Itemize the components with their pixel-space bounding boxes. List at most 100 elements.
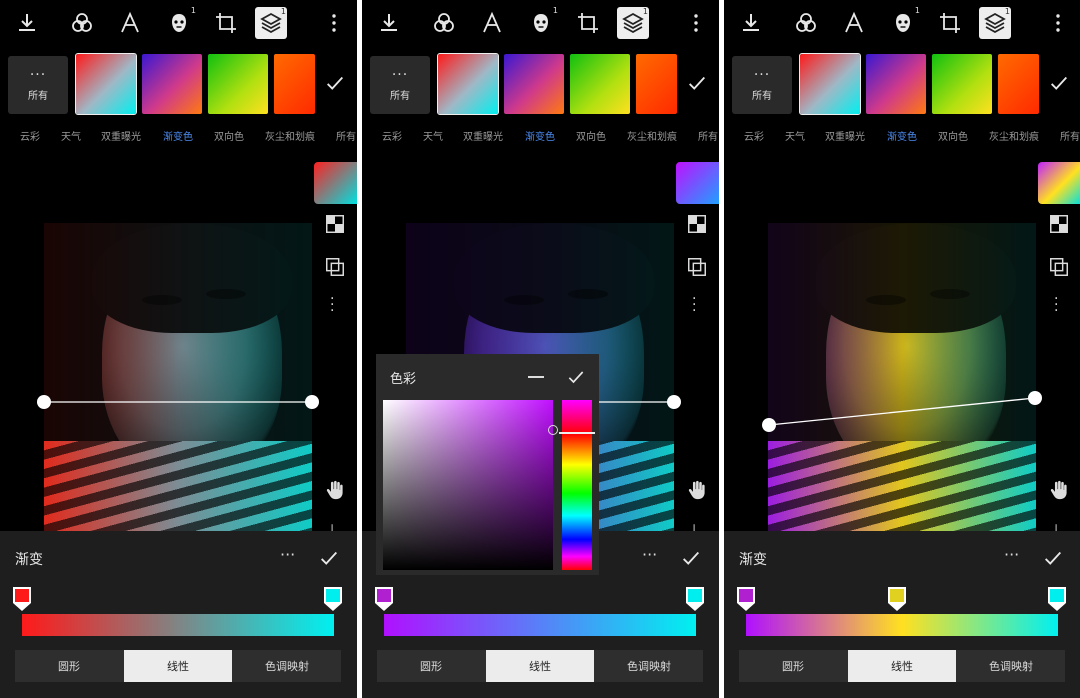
category-tab-7[interactable]: 所有 xyxy=(698,128,718,143)
category-tab-6[interactable]: 灰尘和划痕 xyxy=(989,128,1039,143)
crop-icon[interactable] xyxy=(574,9,602,37)
category-tab-3[interactable]: 双重曝光 xyxy=(463,128,503,143)
checker-transparency-icon[interactable] xyxy=(324,213,346,235)
text-icon[interactable] xyxy=(116,9,144,37)
color-stop-1[interactable] xyxy=(736,586,756,612)
more-options-icon[interactable]: · · · xyxy=(692,292,696,318)
mode-option-1[interactable]: 圆形 xyxy=(15,650,123,682)
checker-transparency-icon[interactable] xyxy=(686,213,708,235)
hand-pan-icon[interactable] xyxy=(1048,479,1070,501)
download-icon[interactable] xyxy=(13,9,41,37)
panel-more-icon[interactable]: ··· xyxy=(642,545,657,564)
hand-pan-icon[interactable] xyxy=(686,479,708,501)
panel-more-icon[interactable]: ··· xyxy=(280,545,295,564)
hue-slider-marker[interactable] xyxy=(559,432,595,434)
gradient-preset-4[interactable] xyxy=(636,54,677,114)
category-tab-1[interactable]: 云彩 xyxy=(382,128,402,143)
more-vertical-icon[interactable] xyxy=(682,9,710,37)
mode-option-2[interactable]: 线性 xyxy=(848,650,956,682)
category-tab-4[interactable]: 渐变色 xyxy=(525,128,555,143)
face-mask-icon[interactable]: 1 xyxy=(527,6,558,37)
panel-more-icon[interactable]: ··· xyxy=(1004,545,1019,564)
blend-layers-icon[interactable] xyxy=(686,256,708,278)
category-tab-2[interactable]: 天气 xyxy=(423,128,443,143)
gradient-preset-1[interactable] xyxy=(75,53,137,115)
gradient-preset-3[interactable] xyxy=(932,54,992,114)
color-circles-icon[interactable] xyxy=(792,9,820,37)
mode-option-1[interactable]: 圆形 xyxy=(377,650,485,682)
gradient-preset-3[interactable] xyxy=(570,54,630,114)
more-options-icon[interactable]: · · · xyxy=(330,292,334,318)
mode-option-2[interactable]: 线性 xyxy=(486,650,594,682)
color-stop-3[interactable] xyxy=(1047,586,1067,612)
category-tab-1[interactable]: 云彩 xyxy=(20,128,40,143)
mode-option-3[interactable]: 色调映射 xyxy=(595,650,703,682)
category-tab-5[interactable]: 双向色 xyxy=(938,128,968,143)
category-tab-6[interactable]: 灰尘和划痕 xyxy=(627,128,677,143)
panel-confirm-check-icon[interactable] xyxy=(318,547,340,569)
gradient-preset-1[interactable] xyxy=(799,53,861,115)
mode-option-3[interactable]: 色调映射 xyxy=(957,650,1065,682)
crop-icon[interactable] xyxy=(212,9,240,37)
panel-confirm-check-icon[interactable] xyxy=(1042,547,1064,569)
confirm-check-icon[interactable] xyxy=(686,72,708,94)
gradient-preset-4[interactable] xyxy=(998,54,1039,114)
color-circles-icon[interactable] xyxy=(68,9,96,37)
confirm-check-icon[interactable] xyxy=(324,72,346,94)
download-icon[interactable] xyxy=(737,9,765,37)
more-vertical-icon[interactable] xyxy=(1044,9,1072,37)
current-gradient-swatch[interactable] xyxy=(1038,162,1080,204)
more-options-icon[interactable]: · · · xyxy=(1054,292,1058,318)
category-tab-3[interactable]: 双重曝光 xyxy=(101,128,141,143)
layers-icon[interactable]: 1 xyxy=(617,7,649,39)
saturation-value-area[interactable] xyxy=(383,400,553,570)
category-tab-4[interactable]: 渐变色 xyxy=(887,128,917,143)
mode-option-2[interactable]: 线性 xyxy=(124,650,232,682)
category-tab-2[interactable]: 天气 xyxy=(785,128,805,143)
gradient-bar[interactable] xyxy=(384,614,696,636)
layers-icon[interactable]: 1 xyxy=(255,7,287,39)
all-presets-button[interactable]: ··· 所有 xyxy=(370,56,430,114)
category-tab-3[interactable]: 双重曝光 xyxy=(825,128,865,143)
all-presets-button[interactable]: ··· 所有 xyxy=(732,56,792,114)
color-stop-2[interactable] xyxy=(323,586,343,612)
gradient-preset-1[interactable] xyxy=(437,53,499,115)
color-stop-1[interactable] xyxy=(374,586,394,612)
current-gradient-swatch[interactable] xyxy=(676,162,719,204)
category-tab-2[interactable]: 天气 xyxy=(61,128,81,143)
category-tab-5[interactable]: 双向色 xyxy=(214,128,244,143)
category-tab-1[interactable]: 云彩 xyxy=(744,128,764,143)
color-stop-2[interactable] xyxy=(887,586,907,612)
category-tab-4[interactable]: 渐变色 xyxy=(163,128,193,143)
hand-pan-icon[interactable] xyxy=(324,479,346,501)
mode-option-1[interactable]: 圆形 xyxy=(739,650,847,682)
text-icon[interactable] xyxy=(840,9,868,37)
all-presets-button[interactable]: ··· 所有 xyxy=(8,56,68,114)
gradient-preset-2[interactable] xyxy=(504,54,564,114)
gradient-bar[interactable] xyxy=(746,614,1058,636)
minimize-icon[interactable] xyxy=(528,376,544,378)
face-mask-icon[interactable]: 1 xyxy=(165,6,196,37)
gradient-preset-2[interactable] xyxy=(866,54,926,114)
blend-layers-icon[interactable] xyxy=(324,256,346,278)
panel-confirm-check-icon[interactable] xyxy=(680,547,702,569)
layers-icon[interactable]: 1 xyxy=(979,7,1011,39)
gradient-preset-2[interactable] xyxy=(142,54,202,114)
gradient-bar[interactable] xyxy=(22,614,334,636)
text-icon[interactable] xyxy=(478,9,506,37)
face-mask-icon[interactable]: 1 xyxy=(889,6,920,37)
photo-canvas[interactable] xyxy=(44,223,312,531)
category-tab-7[interactable]: 所有 xyxy=(336,128,356,143)
download-icon[interactable] xyxy=(375,9,403,37)
picker-confirm-check-icon[interactable] xyxy=(566,367,586,387)
category-tab-6[interactable]: 灰尘和划痕 xyxy=(265,128,315,143)
more-vertical-icon[interactable] xyxy=(320,9,348,37)
current-gradient-swatch[interactable] xyxy=(314,162,357,204)
saturation-value-knob[interactable] xyxy=(548,425,558,435)
category-tab-5[interactable]: 双向色 xyxy=(576,128,606,143)
checker-transparency-icon[interactable] xyxy=(1048,213,1070,235)
crop-icon[interactable] xyxy=(936,9,964,37)
blend-layers-icon[interactable] xyxy=(1048,256,1070,278)
color-stop-1[interactable] xyxy=(12,586,32,612)
confirm-check-icon[interactable] xyxy=(1048,72,1070,94)
